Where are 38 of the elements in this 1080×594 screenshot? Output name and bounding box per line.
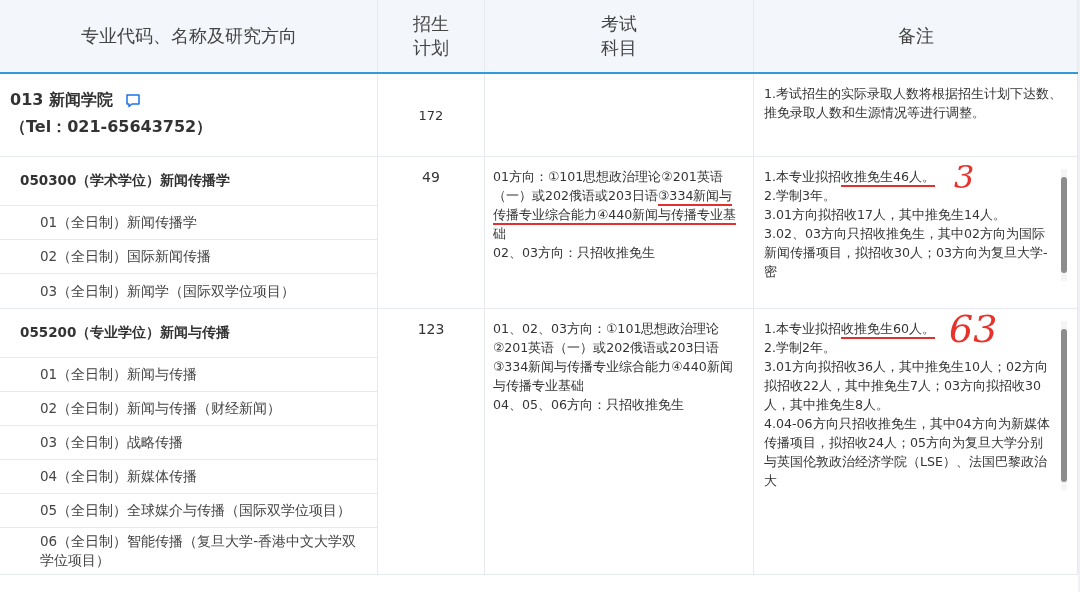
direction-name: 05（全日制）全球媒介与传播（国际双学位项目） <box>40 501 352 520</box>
note-text: 3.01方向拟招收36人，其中推免生10人；02方向拟招收22人，其中推免生7人；03方向拟招收30人，其中推免生8人。 <box>764 358 1050 414</box>
direction-name: 03（全日制）战略传播 <box>40 433 184 452</box>
comment-icon[interactable] <box>124 93 141 108</box>
plan-count: 123 <box>417 321 445 337</box>
handwritten-note: 63 <box>949 311 998 347</box>
direction-name: 02（全日制）国际新闻传播 <box>40 247 212 266</box>
column-header: 专业代码、名称及研究方向 <box>80 24 297 48</box>
handwritten-note: 3 <box>954 159 975 195</box>
column-header: 备注 <box>897 24 934 48</box>
exam-subjects: 01方向：①101思想政治理论②201英语（一）或202俄语或203日语③334新闻与传播专业综合能力④440新闻与传播专业基 础 <box>493 168 738 243</box>
note-text: 2.学制2年。 <box>764 339 837 357</box>
column-header: 招生计划 <box>412 12 450 60</box>
exam-subjects: 01、02、03方向：①101思想政治理论②201英语（一）或202俄语或203日语③334新闻与传播专业综合能力④440新闻与传播专业基础 <box>493 320 734 395</box>
major-name: 050300（学术学位）新闻传播学 <box>20 172 231 190</box>
note-text: 1.考试招生的实际录取人数将根据招生计划下达数、推免录取人数和生源情况等进行调整。 <box>764 85 1064 122</box>
note-text: 3.02、03方向只招收推免生，其中02方向为国际新闻传播项目，拟招收30人；03方向为复旦大学-密 <box>764 225 1049 281</box>
scrollbar[interactable] <box>1061 169 1067 281</box>
note-text: 2.学制3年。 <box>764 187 837 205</box>
department-phone: （Tel：021-65643752） <box>10 117 214 138</box>
exam-subjects: 04、05、06方向：只招收推免生 <box>493 396 686 414</box>
direction-name: 01（全日制）新闻传播学 <box>40 213 198 232</box>
note-text: 3.01方向拟招收17人，其中推免生14人。 <box>764 206 1007 224</box>
note-text: 4.04-06方向只招收推免生，其中04方向为新媒体传播项目，拟招收24人；05方向为复旦大学分别与英国伦敦政治经济学院（LSE）、法国巴黎政治大 <box>764 415 1051 490</box>
major-name: 055200（专业学位）新闻与传播 <box>20 324 231 342</box>
plan-count: 49 <box>422 169 440 185</box>
direction-name: 03（全日制）新闻学（国际双学位项目） <box>40 281 296 301</box>
direction-name: 01（全日制）新闻与传播 <box>40 365 198 384</box>
direction-name: 02（全日制）新闻与传播（财经新闻） <box>40 399 282 418</box>
direction-name: 06（全日制）智能传播（复旦大学-香港中文大学双学位项目） <box>40 532 358 570</box>
column-header: 考试科目 <box>600 12 638 60</box>
note-text: 1.本专业拟招收推免生46人。 <box>764 167 936 186</box>
department-name: 013 新闻学院 <box>10 90 113 111</box>
exam-subjects: 02、03方向：只招收推免生 <box>493 244 657 262</box>
note-text: 1.本专业拟招收推免生60人。 <box>764 319 936 338</box>
direction-name: 04（全日制）新媒体传播 <box>40 467 198 486</box>
plan-count: 172 <box>418 107 444 123</box>
scrollbar[interactable] <box>1061 321 1067 490</box>
